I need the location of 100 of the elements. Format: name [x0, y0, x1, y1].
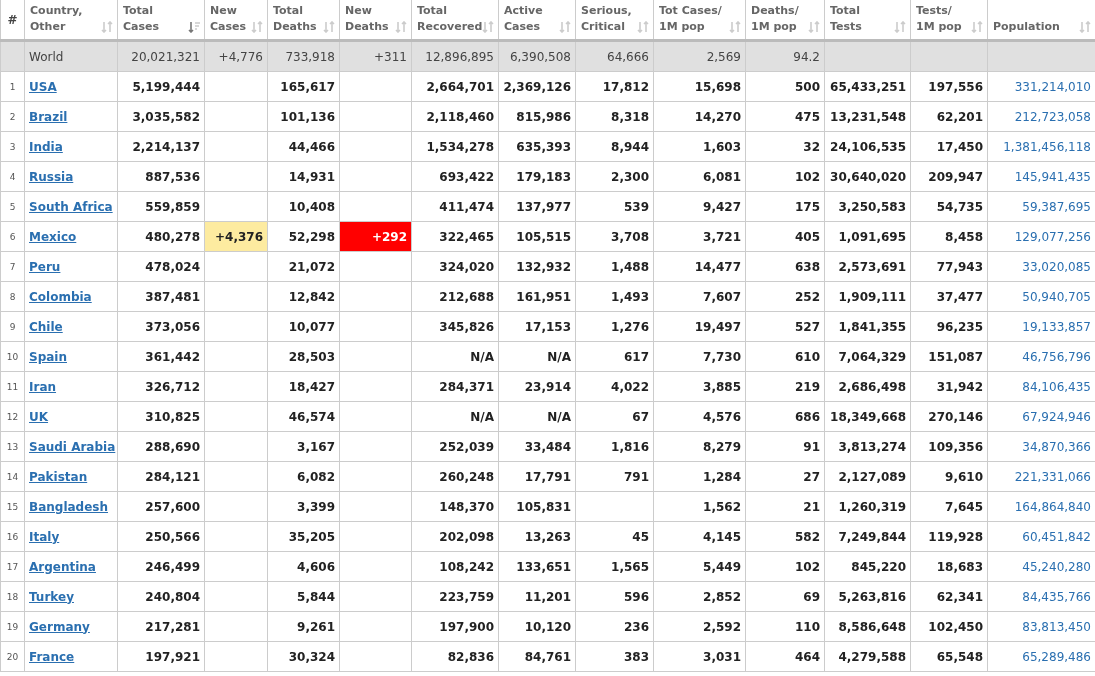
table-cell: 11,201 [498, 581, 576, 612]
table-cell: 257,600 [117, 491, 205, 522]
table-cell: 1,488 [575, 251, 654, 282]
table-cell: 252,039 [411, 431, 499, 462]
country-link[interactable]: Spain [29, 349, 67, 364]
table-cell: 31,942 [910, 371, 988, 402]
country-link[interactable]: Italy [29, 529, 60, 544]
table-cell: 9,610 [910, 461, 988, 492]
table-cell: 3,721 [653, 221, 746, 252]
table-cell: 635,393 [498, 131, 576, 162]
table-cell: 30,324 [267, 641, 340, 672]
table-cell: 197,921 [117, 641, 205, 672]
table-cell: 15,698 [653, 71, 746, 102]
table-cell: 240,804 [117, 581, 205, 612]
table-cell: 2,369,126 [498, 71, 576, 102]
table-cell: 1,534,278 [411, 131, 499, 162]
table-cell: 7,249,844 [824, 521, 911, 552]
table-cell: 322,465 [411, 221, 499, 252]
table-cell: 28,503 [267, 341, 340, 372]
table-cell: 69 [745, 581, 825, 612]
table-cell: 65,548 [910, 641, 988, 672]
table-cell: 383 [575, 641, 654, 672]
table-cell: 2,214,137 [117, 131, 205, 162]
table-cell: 2,569 [653, 40, 746, 72]
table-cell: 10,077 [267, 311, 340, 342]
table-cell: 6,082 [267, 461, 340, 492]
table-cell: 82,836 [411, 641, 499, 672]
table-cell: 91 [745, 431, 825, 462]
table-cell: 54,735 [910, 191, 988, 222]
table-cell: N/A [498, 341, 576, 372]
table-cell: 638 [745, 251, 825, 282]
table-cell: 387,481 [117, 281, 205, 312]
table-cell: 18,427 [267, 371, 340, 402]
table-cell: 3,885 [653, 371, 746, 402]
table-cell: 8,944 [575, 131, 654, 162]
table-cell: 1,816 [575, 431, 654, 462]
table-cell: 133,651 [498, 551, 576, 582]
table-cell: 1,260,319 [824, 491, 911, 522]
table-cell: 65,433,251 [824, 71, 911, 102]
table-cell: 345,826 [411, 311, 499, 342]
table-cell: N/A [411, 341, 499, 372]
table-cell: 326,712 [117, 371, 205, 402]
table-cell: 23,914 [498, 371, 576, 402]
table-cell: 284,371 [411, 371, 499, 402]
table-cell: 815,986 [498, 101, 576, 132]
country-link[interactable]: UK [29, 409, 49, 424]
table-cell: 44,466 [267, 131, 340, 162]
table-cell: 4,576 [653, 401, 746, 432]
table-cell: 845,220 [824, 551, 911, 582]
table-cell: 270,146 [910, 401, 988, 432]
table-cell: 252 [745, 281, 825, 312]
table-cell: 197,556 [910, 71, 988, 102]
rank-number: 12 [0, 401, 25, 432]
table-cell: 8,279 [653, 431, 746, 462]
table-cell: 64,666 [575, 40, 654, 72]
table-cell: 18,683 [910, 551, 988, 582]
table-cell: 2,300 [575, 161, 654, 192]
table-cell: 102,450 [910, 611, 988, 642]
table-cell: 8,458 [910, 221, 988, 252]
table-cell: 52,298 [267, 221, 340, 252]
table-cell: 13,231,548 [824, 101, 911, 132]
table-cell: 3,035,582 [117, 101, 205, 132]
table-cell: 3,813,274 [824, 431, 911, 462]
table-cell: 96,235 [910, 311, 988, 342]
table-cell: 30,640,020 [824, 161, 911, 192]
table-cell: 84,761 [498, 641, 576, 672]
table-cell: 62,201 [910, 101, 988, 132]
table-cell: 137,977 [498, 191, 576, 222]
table-cell: 105,831 [498, 491, 576, 522]
rank-number: 11 [0, 371, 25, 402]
table-cell: 686 [745, 401, 825, 432]
table-cell: 217,281 [117, 611, 205, 642]
rank-number: 19 [0, 611, 25, 642]
table-cell: 3,708 [575, 221, 654, 252]
table-cell: 6,081 [653, 161, 746, 192]
table-cell: 2,573,691 [824, 251, 911, 282]
table-cell: 14,931 [267, 161, 340, 192]
table-cell: 733,918 [267, 40, 340, 72]
table-cell: 219 [745, 371, 825, 402]
country-link[interactable]: Peru [29, 259, 61, 274]
rank-number: 14 [0, 461, 25, 492]
table-cell: 18,349,668 [824, 401, 911, 432]
table-cell: 32 [745, 131, 825, 162]
table-cell: 27 [745, 461, 825, 492]
rank-number: 10 [0, 341, 25, 372]
table-cell: 3,031 [653, 641, 746, 672]
table-cell: 102 [745, 551, 825, 582]
table-cell: 887,536 [117, 161, 205, 192]
table-cell: 1,603 [653, 131, 746, 162]
country-link[interactable]: Iran [29, 379, 57, 394]
country-link[interactable]: Chile [29, 319, 63, 334]
country-link[interactable]: India [29, 139, 63, 154]
country-link[interactable]: USA [29, 79, 57, 94]
table-cell: 132,932 [498, 251, 576, 282]
table-cell: 310,825 [117, 401, 205, 432]
table-cell: +4,776 [204, 40, 268, 72]
table-cell: 12,896,895 [411, 40, 499, 72]
table-cell: 1,493 [575, 281, 654, 312]
table-cell: 2,127,089 [824, 461, 911, 492]
table-cell: 101,136 [267, 101, 340, 132]
